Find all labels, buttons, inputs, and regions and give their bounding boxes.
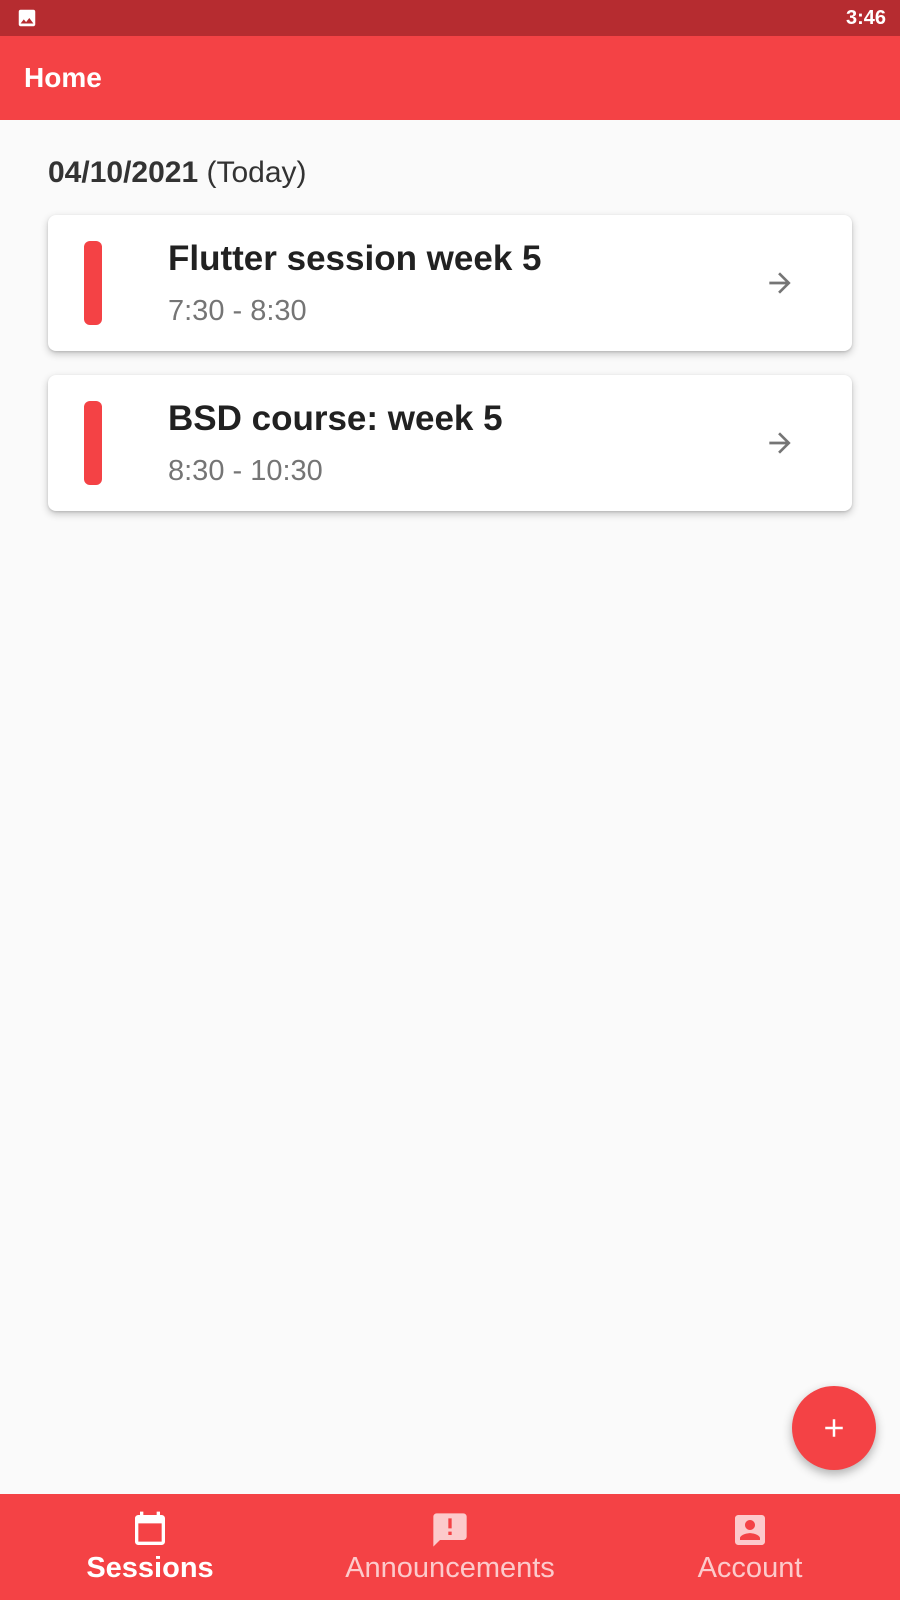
page-title: Home bbox=[24, 62, 102, 93]
session-color-bar bbox=[84, 401, 102, 485]
sessions-content: 04/10/2021 (Today) Flutter session week … bbox=[0, 120, 900, 1494]
session-title: BSD course: week 5 bbox=[168, 399, 503, 438]
session-color-bar bbox=[84, 241, 102, 325]
add-session-button[interactable] bbox=[792, 1386, 876, 1470]
nav-item-account[interactable]: Account bbox=[600, 1494, 900, 1600]
account-box-icon bbox=[735, 1514, 765, 1545]
session-card[interactable]: Flutter session week 5 7:30 - 8:30 bbox=[48, 215, 852, 351]
status-time: 3:46 bbox=[845, 6, 886, 29]
arrow-right-icon[interactable] bbox=[764, 267, 796, 299]
nav-item-announcements[interactable]: Announcements bbox=[300, 1494, 600, 1600]
nav-label: Announcements bbox=[345, 1551, 555, 1584]
nav-label: Account bbox=[697, 1551, 803, 1584]
date-header: 04/10/2021 (Today) bbox=[48, 156, 307, 190]
announcement-icon bbox=[433, 1512, 467, 1547]
date-today-label: (Today) bbox=[198, 156, 307, 189]
bottom-navigation: Sessions Announcements Account bbox=[0, 1494, 900, 1600]
plus-icon bbox=[825, 1419, 843, 1437]
app-bar: Home bbox=[0, 36, 900, 120]
image-icon bbox=[18, 9, 36, 27]
session-time: 8:30 - 10:30 bbox=[168, 455, 323, 487]
session-card[interactable]: BSD course: week 5 8:30 - 10:30 bbox=[48, 375, 852, 511]
date-value: 04/10/2021 bbox=[48, 156, 199, 189]
session-time: 7:30 - 8:30 bbox=[168, 295, 307, 327]
nav-label: Sessions bbox=[86, 1551, 214, 1584]
arrow-right-icon[interactable] bbox=[764, 427, 796, 459]
nav-item-sessions[interactable]: Sessions bbox=[0, 1494, 300, 1600]
status-bar: 3:46 bbox=[0, 0, 900, 36]
session-title: Flutter session week 5 bbox=[168, 239, 542, 278]
calendar-icon bbox=[135, 1511, 165, 1545]
